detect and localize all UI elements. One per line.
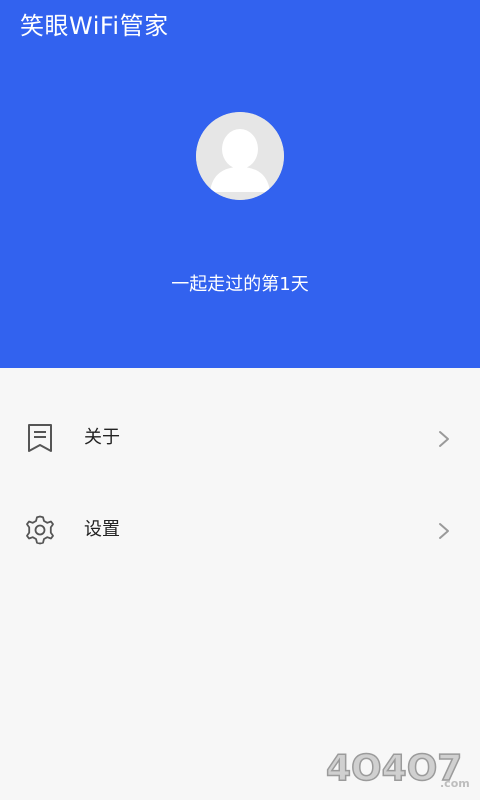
menu-list: 关于 设置 — [0, 392, 480, 576]
document-icon — [28, 424, 52, 452]
menu-label-settings: 设置 — [84, 519, 120, 540]
days-together-text: 一起走过的第1天 — [171, 274, 309, 295]
menu-item-settings[interactable]: 设置 — [0, 484, 480, 576]
chevron-right-icon — [439, 523, 449, 539]
user-silhouette-icon — [196, 112, 284, 200]
gear-icon — [26, 515, 54, 545]
menu-item-about[interactable]: 关于 — [0, 392, 480, 484]
app-title: 笑眼WiFi管家 — [20, 12, 169, 40]
menu-label-about: 关于 — [84, 427, 120, 448]
user-avatar-icon[interactable] — [196, 112, 284, 200]
watermark-logo: 4O4O7 .com — [325, 747, 470, 790]
profile-header: 笑眼WiFi管家 一起走过的第1天 — [0, 0, 480, 368]
watermark-suffix: .com — [440, 777, 470, 790]
chevron-right-icon — [439, 431, 449, 447]
